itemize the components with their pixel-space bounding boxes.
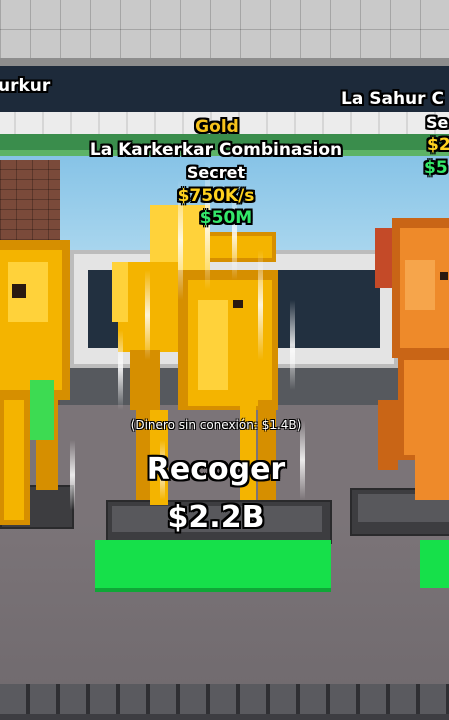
- pet-name-label: La Karkerkar Combinasion: [89, 140, 343, 160]
- collect-pad[interactable]: [95, 540, 331, 592]
- ceiling-beam: [0, 58, 449, 66]
- pet-price: $50M: [199, 208, 253, 228]
- right-pet-income: $2: [427, 135, 449, 155]
- offline-earnings-label: (Dinero sin conexión: $1.4B): [130, 418, 302, 432]
- collect-label[interactable]: Recoger: [147, 452, 285, 487]
- pet-tier-label: Secret: [186, 163, 246, 182]
- floor-rail: [0, 684, 449, 720]
- pet-mutation-label: Gold: [195, 117, 239, 137]
- game-scene: urkur Gold La Karkerkar Combinasion Secr…: [0, 0, 449, 720]
- right-pet-price: $5: [424, 158, 448, 178]
- right-pet-tier: Se: [426, 113, 449, 132]
- pet-income-rate: $750K/s: [177, 186, 255, 206]
- left-pet-name: urkur: [0, 76, 51, 96]
- ceiling: [0, 0, 449, 62]
- right-pet-name: La Sahur C: [341, 89, 444, 109]
- collect-amount[interactable]: $2.2B: [168, 500, 265, 535]
- right-collect-pad[interactable]: [420, 540, 449, 588]
